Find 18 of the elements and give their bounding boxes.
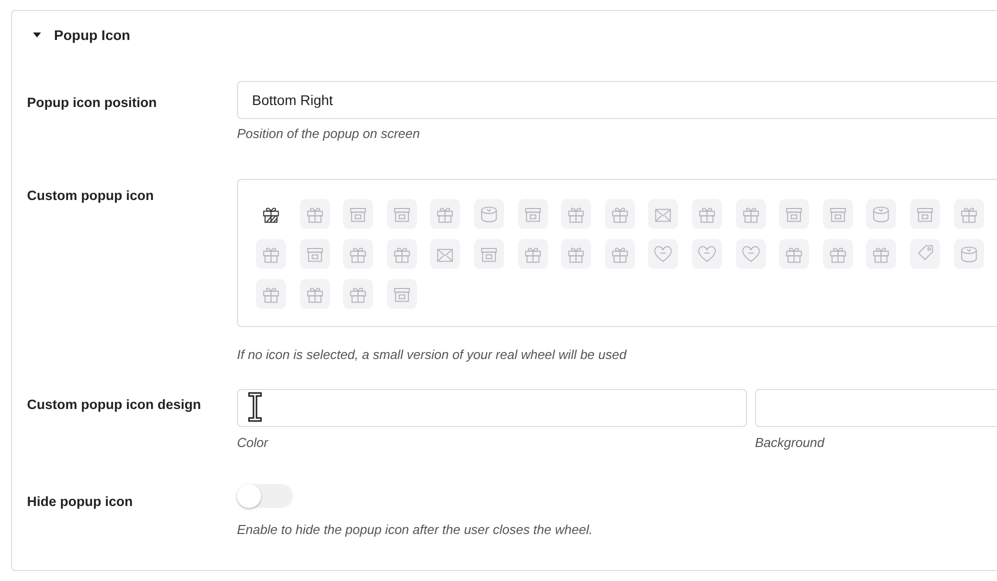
input-field[interactable] bbox=[755, 389, 997, 427]
select-field[interactable]: Bottom Right bbox=[237, 81, 997, 119]
heart-icon bbox=[740, 243, 762, 265]
heart-icon bbox=[696, 243, 718, 265]
heart-icon bbox=[652, 243, 674, 265]
field-label: Popup icon position bbox=[26, 94, 158, 112]
field-caption: Background bbox=[755, 435, 826, 450]
help-text: Enable to hide the popup icon after the user closes the wheel. bbox=[237, 522, 594, 537]
section-title: Popup Icon bbox=[54, 27, 130, 43]
field-label: Custom popup icon design bbox=[26, 396, 202, 414]
toggle-switch[interactable] bbox=[237, 484, 293, 508]
input-field[interactable] bbox=[237, 389, 747, 427]
text-cursor-icon bbox=[247, 391, 263, 423]
field-label: Custom popup icon bbox=[26, 187, 155, 205]
help-text: Position of the popup on screen bbox=[237, 126, 421, 141]
field-label: Hide popup icon bbox=[26, 493, 134, 511]
help-text: If no icon is selected, a small version of your real wheel will be used bbox=[237, 347, 628, 362]
field-caption: Color bbox=[237, 435, 270, 450]
